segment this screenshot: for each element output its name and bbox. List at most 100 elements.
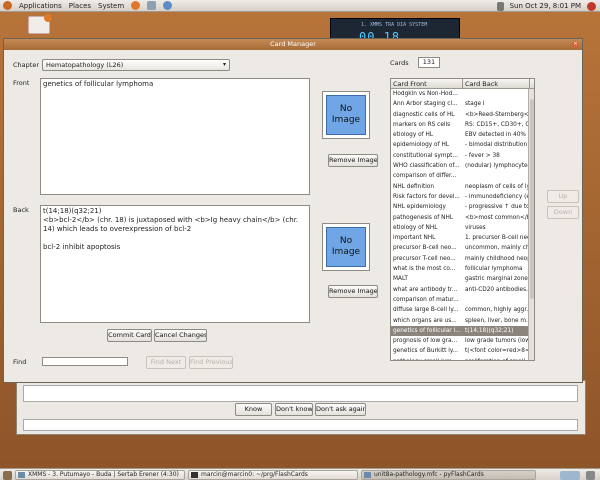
table-row[interactable]: genetics of follicular l... t(14;18)(q32;…: [391, 325, 534, 337]
power-icon[interactable]: [587, 1, 596, 11]
help-icon[interactable]: [163, 1, 173, 10]
table-row[interactable]: WHO classification of... (nodular) lympho…: [391, 161, 534, 171]
commit-card-button[interactable]: Commit Card: [107, 329, 152, 342]
menu-system[interactable]: System: [98, 2, 124, 10]
card-front-cell: etiology of NHL: [393, 224, 438, 231]
dont-know-button[interactable]: Don't know: [275, 403, 313, 416]
table-row[interactable]: pathology small lym...proliferation of s…: [391, 357, 534, 360]
table-row[interactable]: Ann Arbor staging cl... stage I: [391, 99, 534, 109]
card-front-cell: genetics of follicular l...: [393, 327, 461, 334]
find-previous-button[interactable]: Find Previous: [189, 356, 233, 369]
table-row[interactable]: important NHL 1. precursor B-cell neo: [391, 233, 534, 243]
table-row[interactable]: diagnostic cells of HL <b>Reed-Sternberg<…: [391, 110, 534, 120]
task-label: marcin@marcin0: ~/prg/FlashCards: [201, 471, 308, 478]
ubuntu-logo-icon[interactable]: [3, 1, 12, 10]
dont-ask-again-button[interactable]: Don't ask again: [315, 403, 366, 416]
card-front-cell: genetics of Burkitt ly...: [393, 348, 458, 355]
card-back-cell: [463, 89, 528, 99]
card-front-cell: comparison of differ...: [393, 173, 457, 180]
back-text-field[interactable]: t(14;18)(q32;21) <b>bcl-2</b> (chr. 18) …: [40, 205, 310, 323]
table-row[interactable]: etiology of HL EBV detected in 40%: [391, 130, 534, 140]
card-list[interactable]: Card Front Card Back Hodgkin vs Non-Hod.…: [390, 78, 535, 361]
table-row[interactable]: comparison of matur...: [391, 295, 534, 305]
table-row[interactable]: genetics of Burkitt ly... t(<font color=r…: [391, 346, 534, 356]
player-title: 1. XMMS TRA DIA SYSTEM: [361, 22, 428, 28]
window-titlebar[interactable]: Card Manager ×: [4, 39, 582, 50]
table-row[interactable]: markers on RS cells RS: CD15+, CD30+, C: [391, 120, 534, 130]
back-image[interactable]: No Image: [322, 223, 370, 271]
table-row[interactable]: MALT gastric marginal zone: [391, 274, 534, 284]
card-back-cell: - progressive ↑ due to: [465, 204, 528, 211]
down-button[interactable]: Down: [547, 206, 579, 219]
card-front-cell: pathogenesis of NHL: [393, 214, 454, 221]
card-back-cell: - fever > 38: [465, 152, 500, 159]
remove-back-image-button[interactable]: Remove Image: [328, 285, 378, 298]
cancel-changes-button[interactable]: Cancel Changes: [154, 329, 207, 342]
clock[interactable]: Sun Oct 29, 8:01 PM: [510, 2, 581, 10]
card-back-cell: (nodular) lymphocyte-p: [465, 163, 528, 170]
scroll-thumb[interactable]: [530, 99, 534, 299]
find-input[interactable]: [42, 357, 128, 366]
volume-icon[interactable]: [496, 1, 504, 11]
back-text-line: t(14;18)(q32;21): [43, 207, 102, 215]
menu-places[interactable]: Places: [69, 2, 91, 10]
card-back-cell: RS: CD15+, CD30+, C: [465, 121, 528, 128]
front-image[interactable]: No Image: [322, 91, 370, 139]
table-row[interactable]: Risk factors for devel... - immunodeficie…: [391, 192, 534, 202]
chapter-select[interactable]: Hematopathology (L26) ▾: [42, 59, 230, 71]
close-icon[interactable]: ×: [572, 41, 579, 48]
know-button[interactable]: Know: [235, 403, 272, 416]
table-row[interactable]: etiology of NHL viruses: [391, 223, 534, 233]
task-label: XMMS - 3. Putumayo - Buda | Sertab Erene…: [28, 471, 179, 478]
find-next-button[interactable]: Find Next: [146, 356, 186, 369]
card-front-cell: diffuse large B-cell ly...: [393, 307, 459, 314]
trash-icon[interactable]: [586, 471, 595, 480]
card-front-cell: what are antibody tr...: [393, 286, 458, 293]
card-front-cell: MALT: [393, 276, 408, 283]
card-manager-window: Card Manager × Chapter Hematopathology (…: [3, 38, 583, 383]
table-row[interactable]: pathogenesis of NHL <b>most common</b>: [391, 213, 534, 223]
card-front-cell: which organs are us...: [393, 317, 457, 324]
table-row[interactable]: precursor B-cell neo... uncommon, mainly …: [391, 243, 534, 253]
remove-front-image-button[interactable]: Remove Image: [328, 154, 378, 167]
table-row[interactable]: constitutional sympt... - fever > 38: [391, 151, 534, 161]
front-label: Front: [13, 79, 30, 87]
back-text-line: <b>bcl-2</b> (chr. 18) is juxtaposed wit…: [43, 216, 299, 233]
up-button[interactable]: Up: [547, 190, 579, 203]
col-card-back[interactable]: Card Back: [463, 79, 530, 88]
menu-applications[interactable]: Applications: [19, 2, 62, 10]
cards-label: Cards: [390, 59, 409, 67]
col-card-front[interactable]: Card Front: [391, 79, 463, 88]
table-row[interactable]: Hodgkin vs Non-Hod...: [391, 89, 534, 99]
mail-icon[interactable]: [147, 1, 157, 10]
table-row[interactable]: which organs are us... spleen, liver, bon…: [391, 316, 534, 326]
list-scrollbar[interactable]: [528, 89, 534, 360]
table-row[interactable]: what is the most co... follicular lymphom…: [391, 264, 534, 274]
table-row[interactable]: comparison of differ...: [391, 171, 534, 181]
table-row[interactable]: epidemiology of HL - bimodal distribution: [391, 140, 534, 150]
card-back-cell: proliferation of small,: [463, 357, 528, 360]
table-row[interactable]: prognosis of low gra... low grade tumors …: [391, 336, 534, 346]
card-front-cell: markers on RS cells: [393, 121, 451, 128]
show-desktop-icon[interactable]: [3, 471, 12, 480]
card-front-cell: prognosis of low gra...: [393, 338, 458, 345]
firefox-icon[interactable]: [131, 1, 141, 10]
taskbar-item-terminal[interactable]: marcin@marcin0: ~/prg/FlashCards: [188, 470, 358, 480]
table-row[interactable]: precursor T-cell neo... mainly childhood …: [391, 254, 534, 264]
taskbar-item-xmms[interactable]: XMMS - 3. Putumayo - Buda | Sertab Erene…: [15, 470, 185, 480]
workspace-switcher-icon[interactable]: [560, 471, 580, 480]
card-front-cell: epidemiology of HL: [393, 142, 450, 149]
taskbar-item-pyflashcards[interactable]: unit8a-pathology.mfc - pyFlashCards: [361, 470, 536, 480]
front-text-field[interactable]: genetics of follicular lymphoma: [40, 78, 310, 195]
back-text-line: bcl-2 inhibit apoptosis: [43, 243, 121, 251]
window-title: Card Manager: [270, 40, 316, 48]
table-row[interactable]: diffuse large B-cell ly... common, highly…: [391, 305, 534, 315]
table-row[interactable]: NHL definition neoplasm of cells of ly: [391, 182, 534, 192]
card-front-cell: NHL definition: [393, 183, 435, 190]
window-icon: [364, 472, 371, 478]
table-row[interactable]: NHL epidemiology - progressive ↑ due to: [391, 202, 534, 212]
card-front-cell: Hodgkin vs Non-Hod...: [393, 91, 458, 97]
chevron-down-icon: ▾: [222, 61, 226, 68]
card-back-cell: common, highly aggr...: [465, 307, 528, 314]
table-row[interactable]: what are antibody tr... anti-CD20 antibod…: [391, 285, 534, 295]
